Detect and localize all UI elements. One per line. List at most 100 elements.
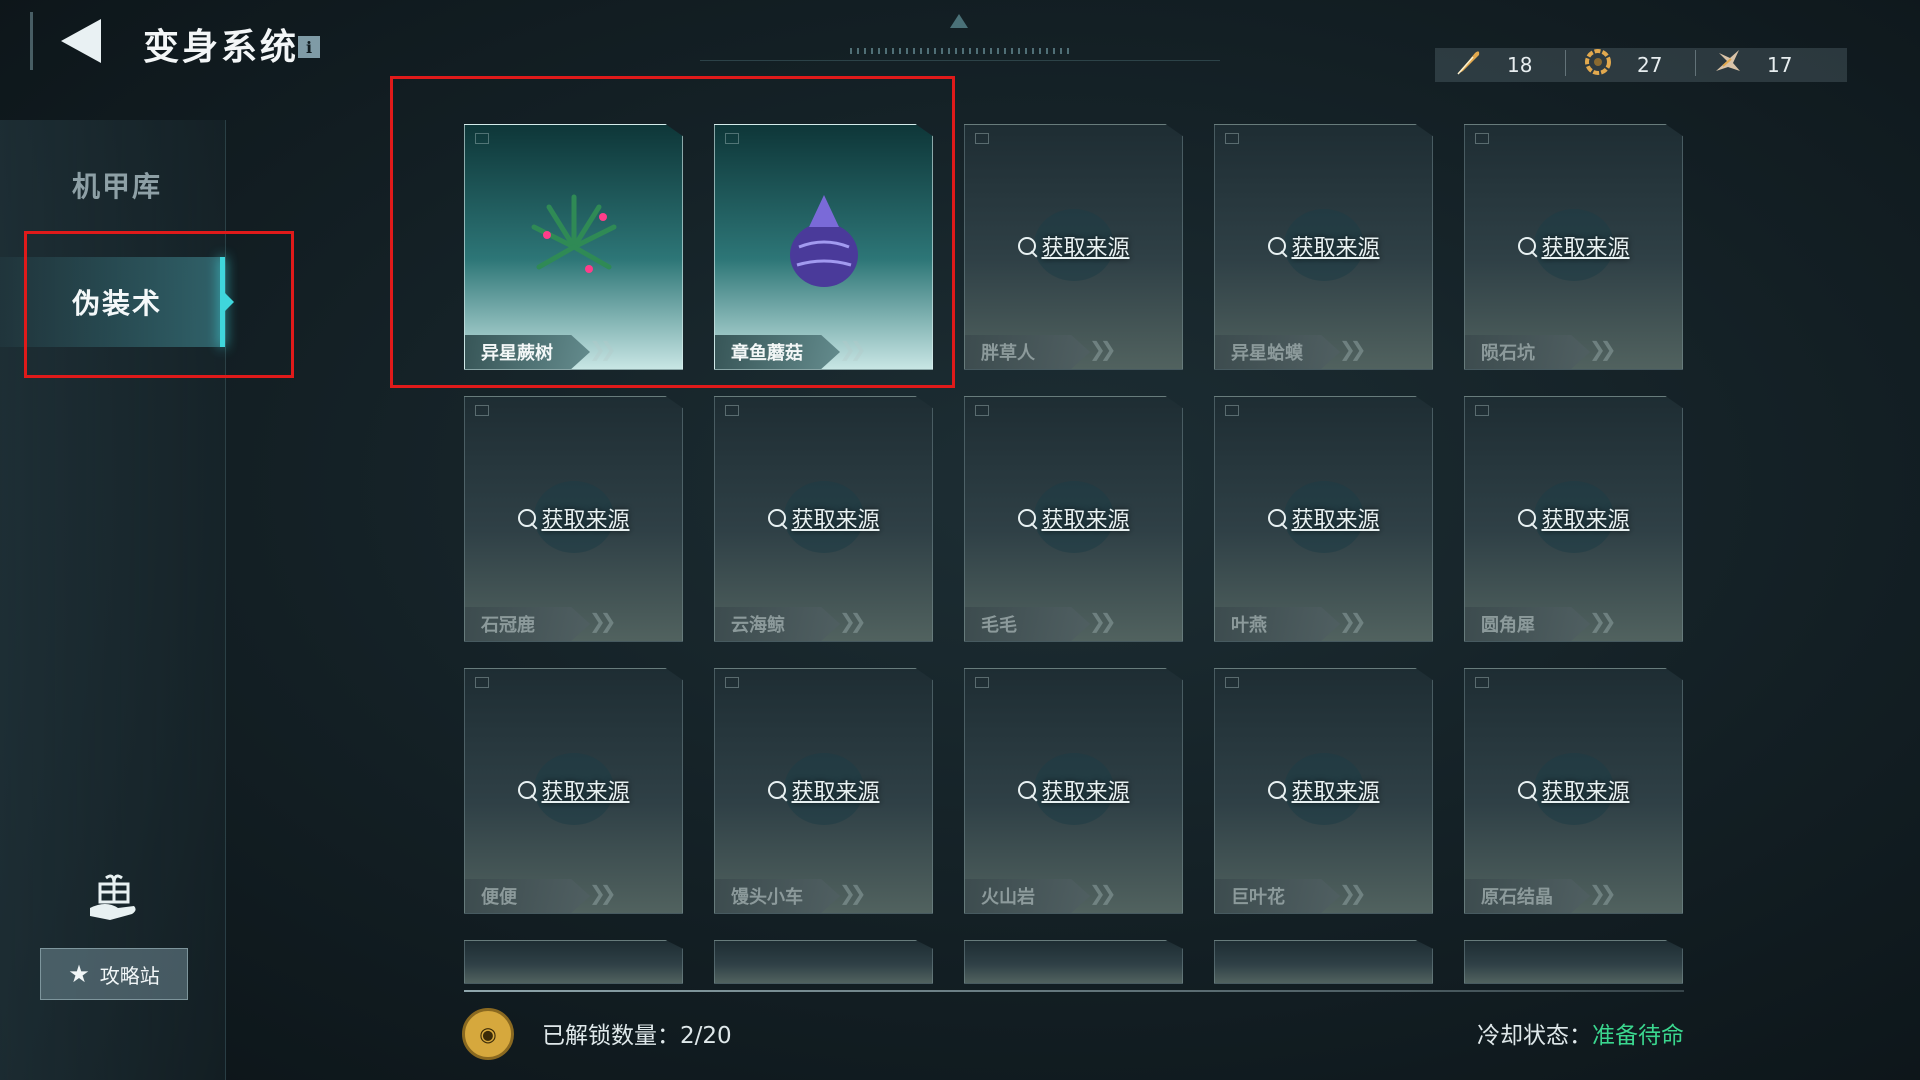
search-icon (1517, 237, 1536, 255)
get-source-link[interactable]: 获取来源 (1517, 774, 1630, 806)
guide-station-button[interactable]: ★ 攻略站 (40, 948, 188, 1000)
chevron-right-icon: ❯❯ (839, 337, 866, 361)
disguise-card[interactable]: 获取来源 云海鲸 ❯❯ (714, 396, 933, 642)
card-corner-mark (475, 133, 489, 144)
get-source-link[interactable]: 获取来源 (1017, 230, 1130, 262)
card-corner-mark (1475, 133, 1489, 144)
wing-icon (1713, 47, 1745, 83)
cooldown-label: 冷却状态： (1477, 1023, 1592, 1049)
get-source-label: 获取来源 (791, 508, 880, 533)
search-icon (1267, 781, 1286, 799)
disguise-card[interactable]: 获取来源 叶燕 ❯❯ (1214, 396, 1433, 642)
chevron-right-icon: ❯❯ (1589, 609, 1616, 633)
search-icon (767, 781, 786, 799)
highlight-box-sidebar (24, 231, 294, 378)
disguise-card[interactable]: 获取来源 石冠鹿 ❯❯ (464, 396, 683, 642)
card-name: 陨石坑 (1481, 343, 1535, 364)
card-corner-mark (1475, 405, 1489, 416)
back-button[interactable] (30, 12, 129, 70)
star-badge-icon: ★ (68, 960, 90, 988)
search-icon (517, 781, 536, 799)
search-icon (1517, 509, 1536, 527)
disguise-card[interactable]: 获取来源陨石坑 ❯❯ (1464, 124, 1683, 370)
card-name: 原石结晶 (1481, 887, 1553, 908)
page-title: 变身系统 (143, 26, 300, 68)
get-source-link[interactable]: 获取来源 (1267, 502, 1380, 534)
card-name-tag: 石冠鹿 (465, 607, 590, 641)
card-name-tag: 胖草人 (965, 335, 1090, 369)
chevron-right-icon: ❯❯ (1089, 609, 1116, 633)
currency-wing-value: 17 (1767, 53, 1793, 77)
card-name-tag: 陨石坑 (1465, 335, 1590, 369)
disguise-card[interactable]: 获取来源 异星蛤蟆 ❯❯ (1214, 124, 1433, 370)
top-decoration-triangle (950, 14, 968, 28)
chevron-right-icon: ❯❯ (589, 337, 616, 361)
ring-icon (1583, 47, 1615, 83)
get-source-link[interactable]: 获取来源 (1267, 774, 1380, 806)
card-corner-mark (725, 405, 739, 416)
disguise-card-partial[interactable] (464, 940, 683, 984)
gift-icon[interactable] (86, 870, 142, 926)
currency-ring: 27 (1565, 47, 1695, 83)
disguise-card-partial[interactable] (964, 940, 1183, 984)
get-source-link[interactable]: 获取来源 (767, 502, 880, 534)
disguise-card[interactable]: 获取来源巨叶花 ❯❯ (1214, 668, 1433, 914)
search-icon (517, 509, 536, 527)
disguise-card-partial[interactable] (1464, 940, 1683, 984)
chevron-right-icon: ❯❯ (1339, 881, 1366, 905)
feather-icon (1453, 47, 1485, 83)
card-name: 胖草人 (981, 343, 1035, 364)
disguise-card[interactable]: 获取来源 馒头小车 ❯❯ (714, 668, 933, 914)
card-name-tag: 章鱼蘑菇 (715, 335, 840, 369)
card-corner-mark (975, 405, 989, 416)
search-icon (1017, 509, 1036, 527)
unlock-count: 已解锁数量：2/20 (542, 1023, 732, 1049)
card-name-tag: 馒头小车 (715, 879, 840, 913)
card-name-tag: 火山岩 (965, 879, 1090, 913)
get-source-link[interactable]: 获取来源 (517, 774, 630, 806)
card-name-tag: 巨叶花 (1215, 879, 1340, 913)
get-source-link[interactable]: 获取来源 (517, 502, 630, 534)
get-source-link[interactable]: 获取来源 (1517, 230, 1630, 262)
get-source-link[interactable]: 获取来源 (1517, 502, 1630, 534)
sidebar-item-label: 机甲库 (72, 170, 163, 203)
disguise-card[interactable]: 获取来源 原石结晶 ❯❯ (1464, 668, 1683, 914)
disguise-card[interactable]: 获取来源 胖草人 ❯❯ (964, 124, 1183, 370)
get-source-link[interactable]: 获取来源 (1267, 230, 1380, 262)
card-corner-mark (725, 677, 739, 688)
disguise-card[interactable]: 获取来源 毛毛 ❯❯ (964, 396, 1183, 642)
card-name: 馒头小车 (731, 887, 803, 908)
get-source-label: 获取来源 (1041, 236, 1130, 261)
card-name-tag: 圆角犀 (1465, 607, 1590, 641)
get-source-link[interactable]: 获取来源 (767, 774, 880, 806)
currency-feather: 18 (1435, 47, 1565, 83)
cooldown-value: 准备待命 (1592, 1023, 1684, 1049)
disguise-card-partial[interactable] (1214, 940, 1433, 984)
currency-ring-value: 27 (1637, 53, 1663, 77)
card-name: 石冠鹿 (481, 615, 535, 636)
card-corner-mark (475, 677, 489, 688)
card-corner-mark (975, 677, 989, 688)
card-name: 便便 (481, 887, 517, 908)
disguise-card[interactable]: 获取来源便便 ❯❯ (464, 668, 683, 914)
currency-bar: 18 27 17 (1435, 48, 1847, 82)
search-icon (1017, 237, 1036, 255)
chevron-right-icon: ❯❯ (1589, 337, 1616, 361)
sidebar-item-mecha-library[interactable]: 机甲库 (0, 140, 225, 230)
card-name-tag: 便便 (465, 879, 590, 913)
get-source-link[interactable]: 获取来源 (1017, 774, 1130, 806)
disguise-card[interactable]: 异星蕨树 ❯❯ (464, 124, 683, 370)
disguise-card[interactable]: 获取来源圆角犀 ❯❯ (1464, 396, 1683, 642)
disguise-card-partial[interactable] (714, 940, 933, 984)
get-source-link[interactable]: 获取来源 (1017, 502, 1130, 534)
card-name-tag: 异星蕨树 (465, 335, 590, 369)
info-icon[interactable]: i (298, 36, 320, 58)
back-arrow-icon (61, 19, 101, 63)
card-name: 异星蛤蟆 (1231, 343, 1303, 364)
card-name: 云海鲸 (731, 615, 785, 636)
chevron-right-icon: ❯❯ (589, 881, 616, 905)
disguise-card[interactable]: 章鱼蘑菇 ❯❯ (714, 124, 933, 370)
get-source-label: 获取来源 (791, 780, 880, 805)
search-icon (1267, 237, 1286, 255)
disguise-card[interactable]: 获取来源 火山岩 ❯❯ (964, 668, 1183, 914)
